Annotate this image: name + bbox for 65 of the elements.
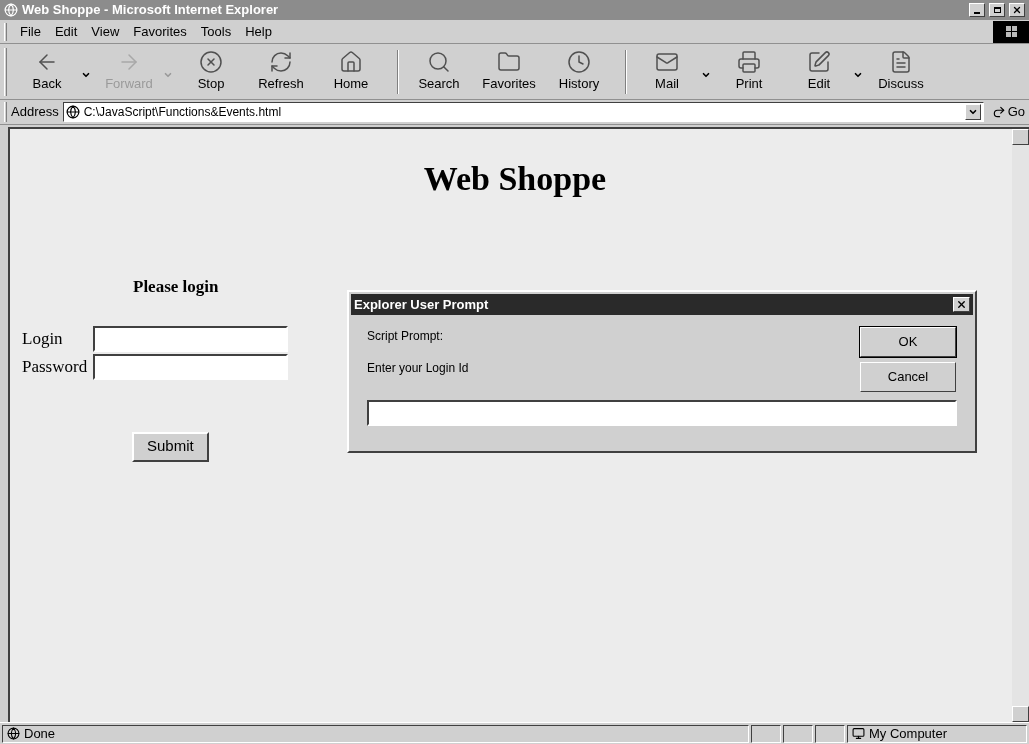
status-text: Done <box>24 724 56 743</box>
toolbar-button[interactable]: History <box>547 49 611 94</box>
toolbar-button[interactable]: Favorites <box>477 49 541 94</box>
address-label: Address <box>11 103 59 122</box>
address-field[interactable]: C:\JavaScript\Functions&Events.html <box>62 102 984 122</box>
submit-button[interactable]: Submit <box>132 431 209 462</box>
prompt-input[interactable] <box>367 400 957 426</box>
close-icon <box>956 299 967 310</box>
restore-button[interactable] <box>989 3 1005 17</box>
field-label: Login <box>22 327 64 350</box>
menu-item[interactable]: View <box>86 21 125 42</box>
prompt-message: Enter your Login Id <box>367 360 469 377</box>
page-icon <box>7 727 20 740</box>
status-pane <box>815 724 845 743</box>
scroll-down-button[interactable] <box>1012 706 1029 722</box>
search-icon <box>427 49 451 74</box>
windows-logo-icon <box>993 20 1029 43</box>
toolbar-button[interactable]: Back <box>15 49 91 94</box>
caret-icon <box>967 107 978 117</box>
scrollbar[interactable] <box>1012 129 1029 722</box>
menu-item[interactable]: Favorites <box>128 21 192 42</box>
toolbar-button[interactable]: Print <box>717 49 781 94</box>
toolbar-button[interactable]: Search <box>407 49 471 94</box>
go-arrow-icon <box>991 105 1006 119</box>
text-field[interactable] <box>93 325 289 352</box>
status-pane <box>751 724 781 743</box>
text-field[interactable] <box>93 353 289 380</box>
status-pane <box>783 724 813 743</box>
menu-item[interactable]: Tools <box>195 21 237 42</box>
toolbar-button[interactable]: Refresh <box>249 49 313 94</box>
document-icon <box>889 49 913 74</box>
prompt-caption: Script Prompt: <box>367 328 444 345</box>
toolbar-button[interactable]: Edit <box>787 49 863 94</box>
printer-icon <box>737 49 761 74</box>
login-heading: Please login <box>133 276 219 298</box>
zone-text: My Computer <box>869 724 948 743</box>
browser-icon <box>4 3 18 17</box>
toolbar-button[interactable]: Stop <box>179 49 243 94</box>
page-icon <box>65 105 80 119</box>
go-button[interactable]: Go <box>987 102 1029 122</box>
close-icon <box>1012 5 1022 15</box>
minimize-button[interactable] <box>969 3 985 17</box>
dialog-button[interactable]: Cancel <box>860 362 956 392</box>
folder-icon <box>497 49 521 74</box>
close-button[interactable] <box>1009 3 1025 17</box>
dialog-button[interactable]: OK <box>860 327 956 357</box>
page-heading: Web Shoppe <box>422 159 608 199</box>
edit-icon <box>807 49 831 74</box>
menu-item[interactable]: Help <box>240 21 277 42</box>
toolbar-button[interactable]: Home <box>319 49 383 94</box>
clock-icon <box>567 49 591 74</box>
close-button[interactable] <box>953 297 970 312</box>
refresh-icon <box>269 49 293 74</box>
toolbar-button[interactable]: Mail <box>635 49 711 94</box>
field-label: Password <box>22 355 88 378</box>
dropdown-button[interactable] <box>964 104 981 120</box>
toolbar-button[interactable]: Discuss <box>869 49 933 94</box>
scroll-up-button[interactable] <box>1012 129 1029 145</box>
house-icon <box>339 49 363 74</box>
menu-item[interactable]: Edit <box>49 21 83 42</box>
dialog-title: Explorer User Prompt <box>354 295 489 314</box>
menu-item[interactable]: File <box>15 21 46 42</box>
stop-icon <box>199 49 223 74</box>
computer-icon <box>852 727 865 740</box>
window-title: Web Shoppe - Microsoft Internet Explorer <box>22 1 280 20</box>
